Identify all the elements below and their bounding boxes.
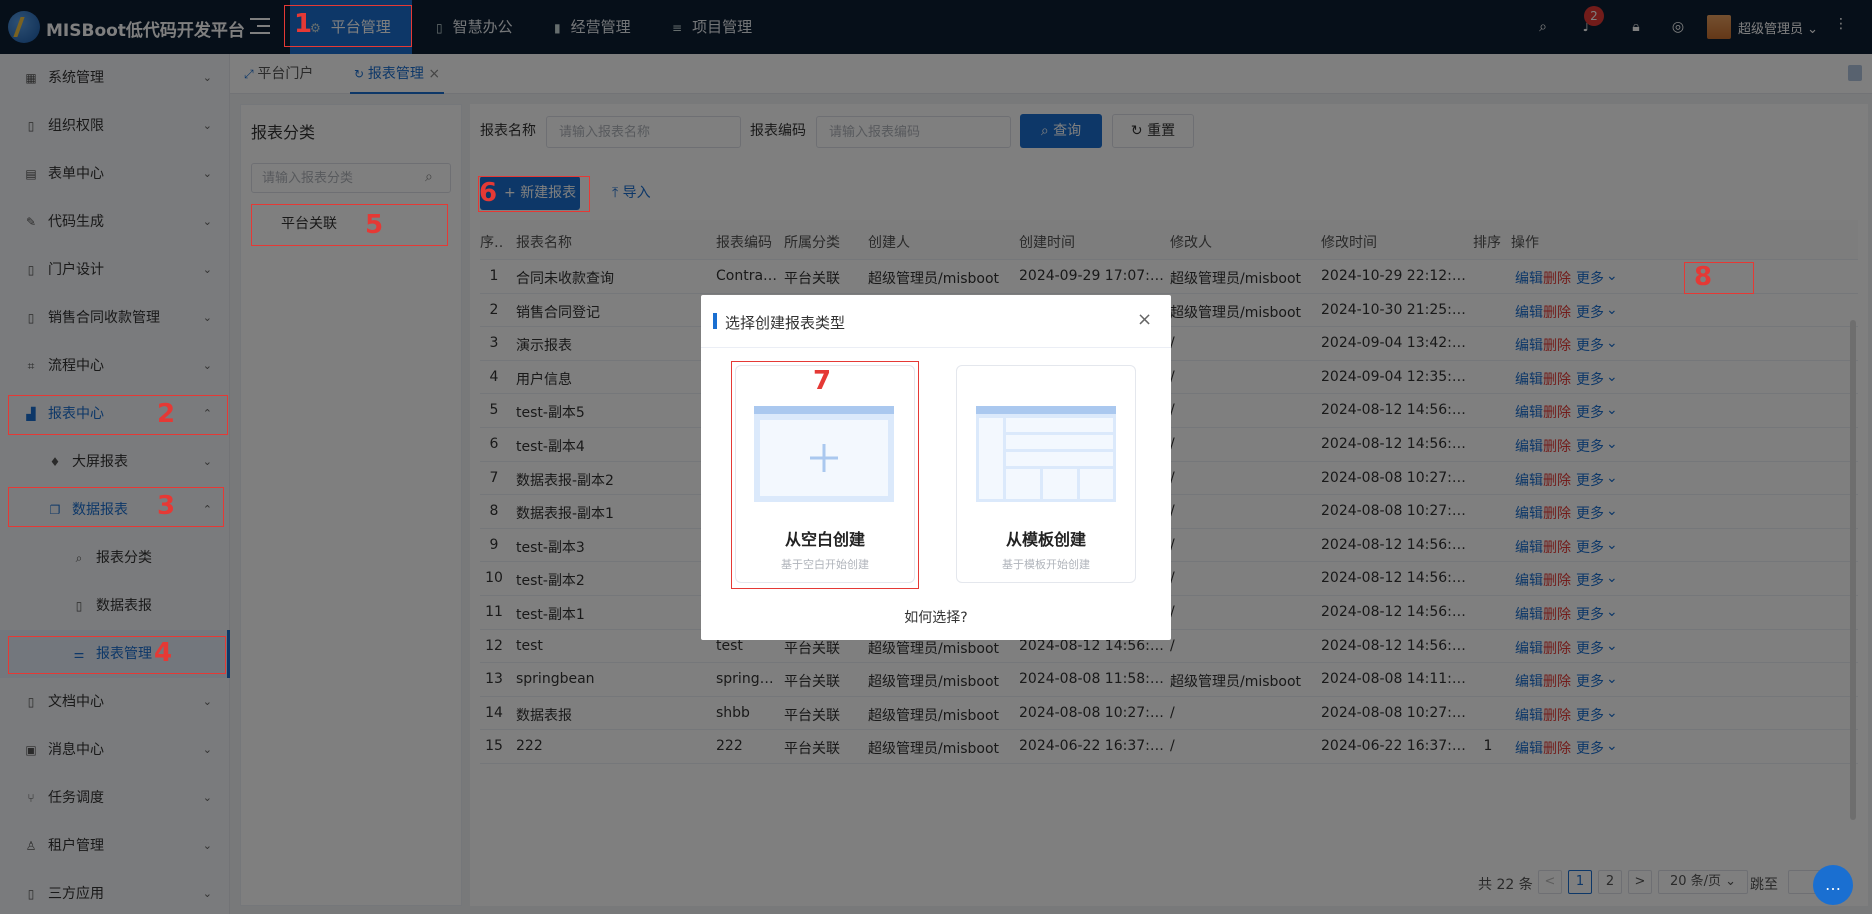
annotation-box-5: [251, 204, 448, 246]
template-illustration: [976, 406, 1116, 502]
annotation-3: 3: [157, 491, 176, 521]
annotation-5: 5: [365, 210, 384, 240]
close-icon[interactable]: ×: [1137, 309, 1152, 330]
help-link[interactable]: 如何选择?: [701, 607, 1171, 627]
annotation-box-2: [8, 395, 228, 435]
annotation-2: 2: [157, 399, 176, 429]
annotation-box-4: [8, 636, 226, 674]
dialog-title: 选择创建报表类型: [725, 314, 846, 332]
annotation-7: 7: [813, 366, 832, 396]
chat-icon[interactable]: …: [1813, 865, 1853, 905]
annotation-1: 1: [294, 9, 313, 39]
annotation-6: 6: [479, 178, 498, 208]
annotation-box-3: [8, 487, 224, 527]
title-accent: [713, 313, 717, 329]
template-create-card[interactable]: 从模板创建 基于模板开始创建: [956, 365, 1136, 583]
template-create-title: 从模板创建: [1005, 530, 1086, 549]
annotation-4: 4: [154, 638, 173, 668]
dialog-divider: [701, 347, 1171, 348]
template-create-subtitle: 基于模板开始创建: [1002, 558, 1090, 571]
annotation-8: 8: [1694, 262, 1713, 292]
